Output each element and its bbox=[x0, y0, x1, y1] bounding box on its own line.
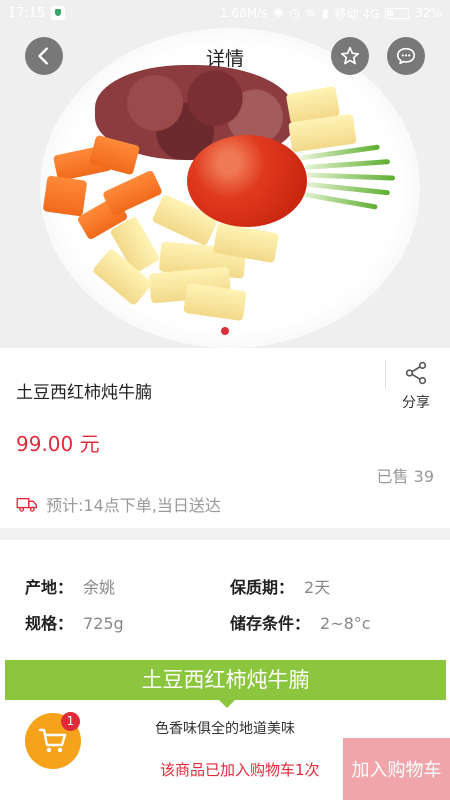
carrier-label: 移动 4G bbox=[334, 6, 380, 21]
spec-storage-label: 储存条件： bbox=[230, 614, 311, 633]
spec-size-value: 725g bbox=[83, 614, 124, 633]
spec-size: 规格： 725g bbox=[25, 610, 124, 634]
favorite-button[interactable] bbox=[331, 37, 369, 75]
spec-shelf-life-label: 保质期： bbox=[230, 578, 295, 597]
gallery-dot[interactable] bbox=[235, 327, 243, 335]
delivery-truck-icon bbox=[16, 498, 37, 512]
status-bar: 17:15 1.68M/s ✱ ◷ ≋ ▮ 移动 4G 32% bbox=[0, 0, 450, 26]
message-button[interactable] bbox=[387, 37, 425, 75]
spec-origin-value: 余姚 bbox=[83, 578, 116, 597]
product-name: 土豆西红柿炖牛腩 bbox=[16, 383, 152, 403]
star-icon bbox=[340, 46, 360, 65]
promo-banner: 土豆西红柿炖牛腩 bbox=[5, 660, 446, 700]
carrot-graphic bbox=[42, 175, 88, 217]
shopping-cart-icon bbox=[38, 728, 67, 753]
page-title: 详情 bbox=[205, 48, 244, 70]
status-time: 17:15 bbox=[8, 5, 46, 21]
gallery-dot[interactable] bbox=[207, 327, 215, 335]
spec-shelf-life-value: 2天 bbox=[304, 578, 331, 597]
spec-origin: 产地： 余姚 bbox=[25, 574, 115, 598]
cart-count-badge: 1 bbox=[61, 712, 80, 731]
add-to-cart-button[interactable]: 加入购物车 bbox=[343, 738, 450, 800]
spec-storage-value: 2~8°c bbox=[320, 614, 371, 633]
tomato-graphic bbox=[187, 135, 307, 227]
security-shield-icon bbox=[51, 6, 66, 20]
signal-icon: ▮ bbox=[321, 6, 329, 20]
spec-size-label: 规格： bbox=[25, 614, 74, 633]
banner-arrow bbox=[219, 700, 235, 708]
gallery-indicator bbox=[0, 327, 450, 335]
wifi-icon: ≋ bbox=[305, 6, 316, 20]
product-specs: 产地： 余姚 保质期： 2天 规格： 725g 储存条件： 2~8°c bbox=[0, 540, 450, 660]
battery-icon bbox=[385, 7, 410, 19]
chat-bubble-icon bbox=[396, 47, 416, 65]
section-separator bbox=[0, 528, 450, 540]
bluetooth-icon: ✱ bbox=[273, 6, 284, 20]
product-info-section: 土豆西红柿炖牛腩 分享 99.00 元 已售 39 预计:14点下单,当日送达 bbox=[0, 348, 450, 528]
alarm-icon: ◷ bbox=[289, 6, 300, 20]
spec-origin-label: 产地： bbox=[25, 578, 74, 597]
share-label: 分享 bbox=[402, 395, 430, 411]
delivery-text: 预计:14点下单,当日送达 bbox=[46, 496, 221, 515]
spec-shelf-life: 保质期： 2天 bbox=[230, 574, 330, 598]
gallery-dot-active[interactable] bbox=[221, 327, 229, 335]
divider bbox=[385, 360, 386, 388]
product-price: 99.00 元 bbox=[16, 432, 100, 456]
battery-level: 32% bbox=[415, 6, 442, 20]
share-button[interactable]: 分享 bbox=[396, 360, 436, 412]
network-speed: 1.68M/s bbox=[219, 6, 268, 20]
share-icon bbox=[405, 361, 427, 385]
delivery-estimate: 预计:14点下单,当日送达 bbox=[16, 492, 221, 516]
spec-storage: 储存条件： 2~8°c bbox=[230, 610, 371, 634]
sold-count: 已售 39 bbox=[376, 467, 434, 486]
cart-added-notice: 该商品已加入购物车1次 bbox=[160, 761, 320, 779]
